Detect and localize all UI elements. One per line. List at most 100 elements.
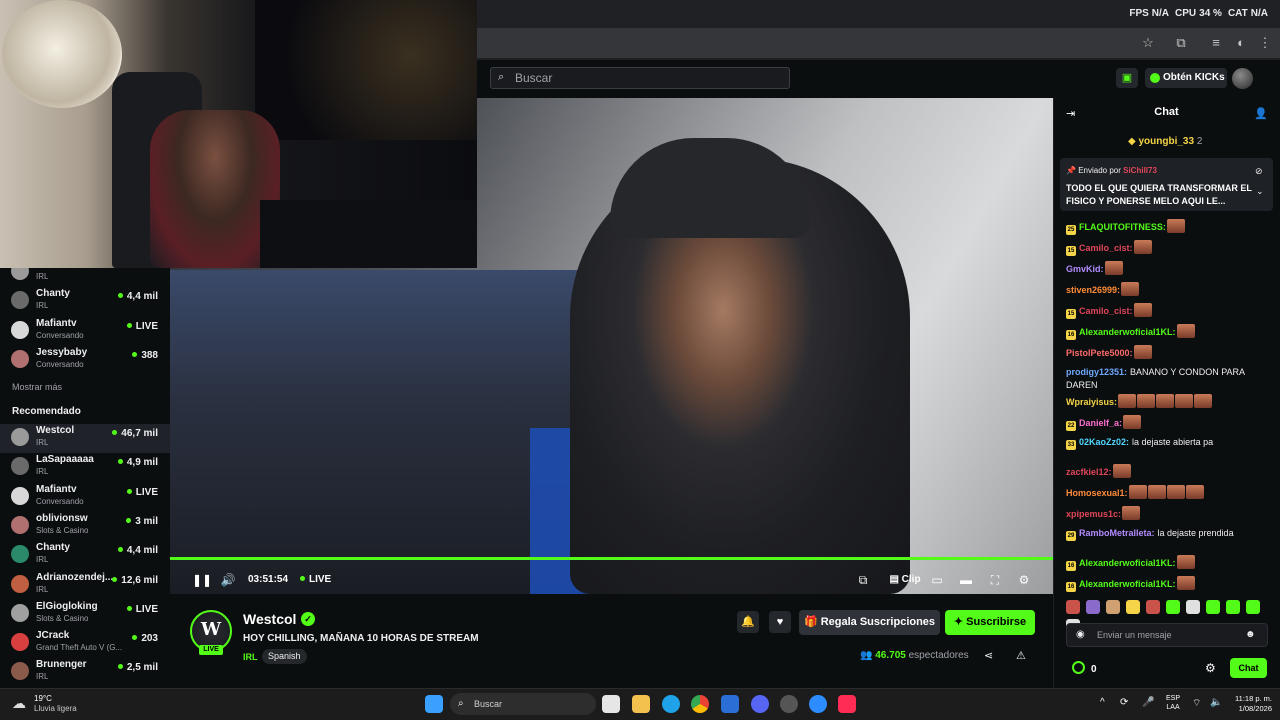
chat-message[interactable]: 25 FLAQUITOFITNESS: xyxy=(1066,219,1274,235)
browser-menu-icon[interactable]: ⋮ xyxy=(1256,34,1274,52)
chat-message[interactable]: 15 Camilo_cist: xyxy=(1066,303,1274,319)
sidebar-channel-item[interactable]: Brunenger IRL 2,5 mil xyxy=(0,658,170,687)
weather-temperature[interactable]: 19°C xyxy=(34,694,52,703)
fullscreen-icon[interactable]: ⛶ xyxy=(987,572,1003,588)
channel-points[interactable]: 0 xyxy=(1072,661,1097,675)
chat-username[interactable]: 02KaoZz02: xyxy=(1079,437,1129,447)
bookmark-star-icon[interactable]: ☆ xyxy=(1139,34,1157,52)
chat-users-icon[interactable]: 👤 xyxy=(1254,107,1268,120)
sidebar-channel-item[interactable]: oblivionsw Slots & Casino 3 mil xyxy=(0,512,170,541)
browser-address-bar[interactable] xyxy=(477,28,1280,58)
taskbar-search[interactable]: Buscar xyxy=(450,693,596,715)
messenger-icon[interactable] xyxy=(809,695,827,713)
show-more-link[interactable]: Mostrar más xyxy=(12,382,62,392)
unpin-icon[interactable]: ⊘ xyxy=(1255,166,1263,177)
chat-username[interactable]: RamboMetralleta: xyxy=(1079,528,1155,538)
chat-username[interactable]: zacfkiel12: xyxy=(1066,467,1112,477)
quick-emote[interactable] xyxy=(1086,600,1100,614)
discord-icon[interactable] xyxy=(751,695,769,713)
chat-badge-icon[interactable]: ◉ xyxy=(1076,629,1085,640)
chat-settings-icon[interactable]: ⚙ xyxy=(1205,661,1216,675)
chat-message[interactable]: 16 Alexanderwoficial1KL: xyxy=(1066,324,1274,340)
speaker-icon[interactable]: 🔈 xyxy=(1210,697,1222,708)
tray-sync-icon[interactable]: ⟳ xyxy=(1120,697,1128,708)
settings-gear-icon[interactable]: ⚙ xyxy=(1016,572,1032,588)
sidebar-channel-item[interactable]: Mafiantv Conversando LIVE xyxy=(0,483,170,512)
emoji-icon[interactable]: ☻ xyxy=(1245,629,1256,640)
sidebar-channel-item[interactable]: Chanty IRL 4,4 mil xyxy=(0,541,170,570)
chrome-icon[interactable] xyxy=(691,695,709,713)
chat-username[interactable]: Alexanderwoficial1KL: xyxy=(1079,558,1176,568)
tv-icon[interactable]: ▣ xyxy=(1116,68,1138,88)
chat-username[interactable]: Camilo_cist: xyxy=(1079,243,1133,253)
follow-heart-icon[interactable]: ♥ xyxy=(769,611,791,633)
language-tag[interactable]: Spanish xyxy=(262,649,307,664)
chat-message[interactable]: 16 Alexanderwoficial1KL: xyxy=(1066,576,1274,592)
volume-icon[interactable]: 🔊 xyxy=(220,572,236,588)
sidebar-channel-item[interactable]: Westcol IRL 46,7 mil xyxy=(0,424,170,453)
weather-cloud-icon[interactable]: ☁ xyxy=(12,695,26,712)
chat-username[interactable]: PistolPete5000: xyxy=(1066,348,1133,358)
file-explorer-icon[interactable] xyxy=(632,695,650,713)
clip-button[interactable]: ▤ Clip xyxy=(882,572,928,588)
chat-username[interactable]: Wpraiyisus: xyxy=(1066,397,1117,407)
gift-subscriptions-button[interactable]: 🎁 Regala Suscripciones xyxy=(799,610,940,635)
quick-emote[interactable] xyxy=(1226,600,1240,614)
store-icon[interactable] xyxy=(721,695,739,713)
weather-description[interactable]: Lluvia ligera xyxy=(34,704,77,713)
media-icon[interactable]: ≡ xyxy=(1207,34,1225,52)
quick-emote[interactable] xyxy=(1146,600,1160,614)
edge-icon[interactable] xyxy=(662,695,680,713)
sidebar-channel-item[interactable]: Jessybaby Conversando 388 xyxy=(0,346,170,375)
taskbar-clock[interactable]: 11:18 p. m. 1/08/2026 xyxy=(1228,694,1272,714)
chat-message[interactable]: Wpraiyisus: xyxy=(1066,394,1274,409)
wifi-icon[interactable]: ⌔ xyxy=(1192,697,1201,710)
chat-username[interactable]: xpipemus1c: xyxy=(1066,509,1121,519)
expand-chevron-icon[interactable]: ⌄ xyxy=(1256,186,1264,197)
quick-emote[interactable] xyxy=(1186,600,1200,614)
quick-emote[interactable] xyxy=(1246,600,1260,614)
chat-message[interactable]: PistolPete5000: xyxy=(1066,345,1274,360)
chat-message[interactable]: 15 Camilo_cist: xyxy=(1066,240,1274,256)
chat-send-button[interactable]: Chat xyxy=(1230,658,1267,678)
quick-emote[interactable] xyxy=(1106,600,1120,614)
tiktok-icon[interactable] xyxy=(838,695,856,713)
sidebar-channel-item[interactable]: JCrack Grand Theft Auto V (G... 203 xyxy=(0,629,170,658)
chat-username[interactable]: GmvKid: xyxy=(1066,264,1104,274)
chat-username[interactable]: Camilo_cist: xyxy=(1079,306,1133,316)
tray-chevron-icon[interactable]: ^ xyxy=(1100,697,1105,708)
chat-message[interactable]: prodigy12351: BANANO Y CONDON PARA DAREN xyxy=(1066,366,1274,392)
get-kicks-button[interactable]: Obtén KICKs xyxy=(1145,68,1227,88)
extensions-icon[interactable]: ⧉ xyxy=(1172,34,1190,52)
sidebar-channel-item[interactable]: Adrianozendej... IRL 12,6 mil xyxy=(0,571,170,600)
channel-name[interactable]: Westcol xyxy=(243,611,296,627)
sidebar-channel-item[interactable]: ElGiogloking Slots & Casino LIVE xyxy=(0,600,170,629)
theater-mode-icon[interactable]: ▬ xyxy=(958,572,974,588)
share-icon[interactable]: ⋖ xyxy=(984,649,993,662)
category-link[interactable]: IRL xyxy=(243,652,258,662)
pause-icon[interactable]: ❚❚ xyxy=(192,572,212,588)
live-indicator[interactable]: LIVE xyxy=(300,572,331,588)
chat-message[interactable]: Homosexual1: xyxy=(1066,485,1274,500)
input-language[interactable]: ESP LAA xyxy=(1166,694,1180,712)
chat-username[interactable]: stiven26999: xyxy=(1066,285,1120,295)
subscribe-button[interactable]: ✦ Suscribirse xyxy=(945,610,1035,635)
quick-emote[interactable] xyxy=(1126,600,1140,614)
chat-message[interactable]: 33 02KaoZz02: la dejaste abierta pa xyxy=(1066,436,1274,450)
chat-message[interactable]: xpipemus1c: xyxy=(1066,506,1274,521)
sidebar-channel-item[interactable]: Mafiantv Conversando LIVE xyxy=(0,317,170,346)
chat-username[interactable]: prodigy12351: xyxy=(1066,367,1127,377)
sidebar-channel-item[interactable]: Chanty IRL 4,4 mil xyxy=(0,287,170,316)
miniplayer-icon[interactable]: ⧉ xyxy=(856,572,870,588)
captions-icon[interactable]: ▭ xyxy=(929,572,945,588)
chat-message[interactable]: GmvKid: xyxy=(1066,261,1274,276)
chat-message-input[interactable]: Enviar un mensaje xyxy=(1066,623,1268,647)
chat-username[interactable]: Alexanderwoficial1KL: xyxy=(1079,579,1176,589)
user-avatar[interactable] xyxy=(1232,68,1253,89)
profile-icon[interactable]: ◐ xyxy=(1232,34,1250,52)
quick-emote[interactable] xyxy=(1066,600,1080,614)
search-input[interactable]: Buscar xyxy=(490,67,790,89)
notification-bell-icon[interactable]: 🔔 xyxy=(737,611,759,633)
chat-username[interactable]: Homosexual1: xyxy=(1066,488,1128,498)
chat-message[interactable]: stiven26999: xyxy=(1066,282,1274,297)
